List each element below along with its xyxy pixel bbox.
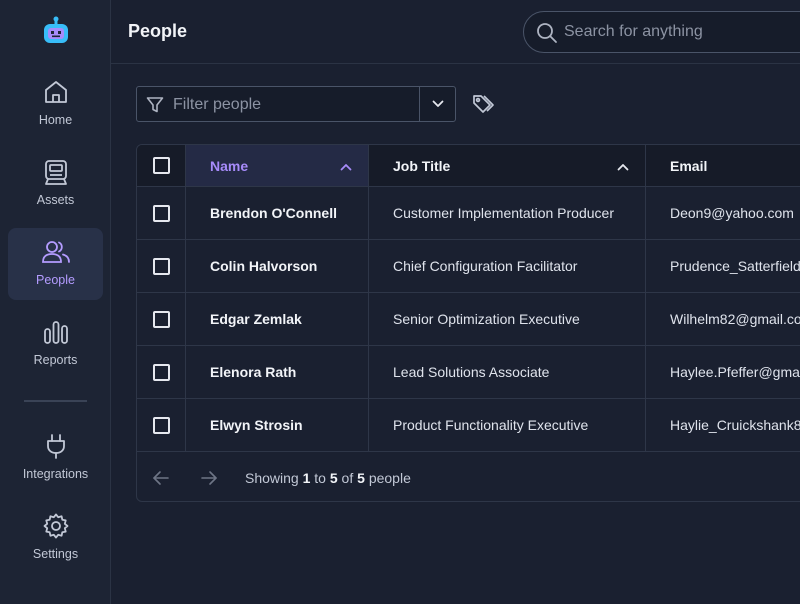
tags-icon: [472, 95, 496, 119]
row-checkbox[interactable]: [152, 363, 170, 381]
row-select-cell: [137, 240, 186, 292]
pagination-to-word: to: [314, 470, 326, 486]
global-search[interactable]: [523, 11, 800, 53]
email-cell: Haylie_Cruickshank8(: [670, 417, 800, 433]
filter-icon: [146, 96, 164, 119]
chevron-down-icon: [432, 95, 444, 113]
users-icon: [41, 237, 71, 267]
name-cell: Brendon O'Connell: [186, 187, 369, 239]
sort-ascending-icon[interactable]: [340, 158, 352, 174]
pagination-of-word: of: [341, 470, 354, 486]
bar-chart-icon: [41, 317, 71, 347]
sort-ascending-icon[interactable]: [617, 158, 629, 174]
row-select-cell: [137, 187, 186, 239]
row-checkbox[interactable]: [152, 204, 170, 222]
filter-input[interactable]: [173, 95, 413, 115]
pagination-total: 5: [357, 470, 365, 486]
email-cell: Deon9@yahoo.com: [670, 205, 794, 221]
row-checkbox[interactable]: [152, 257, 170, 275]
sidebar-item-settings[interactable]: Settings: [8, 502, 103, 574]
sidebar-item-label: Assets: [36, 193, 75, 207]
sidebar-item-label: Home: [38, 113, 73, 127]
sidebar-item-label: Settings: [32, 547, 79, 561]
email-cell: Wilhelm82@gmail.co: [670, 311, 800, 327]
gear-icon: [41, 511, 71, 541]
email-cell: Prudence_Satterfield2: [670, 258, 800, 274]
monitor-icon: [41, 157, 71, 187]
robot-logo-icon[interactable]: [43, 16, 69, 44]
name-cell: Elwyn Strosin: [186, 399, 369, 451]
row-select-cell: [137, 346, 186, 398]
sidebar-item-label: Integrations: [22, 467, 89, 481]
arrow-right-icon: [201, 471, 217, 485]
row-select-cell: [137, 399, 186, 451]
sidebar-item-people[interactable]: People: [8, 228, 103, 300]
sidebar: Home Assets People Reports Integrations …: [0, 0, 111, 604]
column-header-job-title[interactable]: Job Title: [369, 145, 646, 186]
table-row[interactable]: Colin Halvorson Chief Configuration Faci…: [137, 240, 800, 293]
pagination-summary: Showing 1 to 5 of 5 people: [245, 470, 411, 486]
search-input[interactable]: [564, 21, 794, 43]
name-cell: Elenora Rath: [186, 346, 369, 398]
page-title: People: [128, 21, 188, 41]
job-title-cell: Lead Solutions Associate: [369, 346, 646, 398]
sidebar-item-label: Reports: [33, 353, 78, 367]
row-checkbox[interactable]: [152, 310, 170, 328]
sidebar-divider: [24, 400, 87, 402]
table-row[interactable]: Elenora Rath Lead Solutions Associate Ha…: [137, 346, 800, 399]
pagination-suffix: people: [368, 470, 411, 486]
column-label: Job Title: [393, 157, 451, 174]
job-title-cell: Senior Optimization Executive: [369, 293, 646, 345]
filter-dropdown-button[interactable]: [419, 87, 455, 121]
next-page-button[interactable]: [200, 469, 218, 487]
pagination-prefix: Showing: [245, 470, 299, 486]
filter-people-field[interactable]: [136, 86, 456, 122]
sidebar-item-label: People: [36, 273, 75, 287]
top-header: People: [111, 0, 800, 64]
column-header-name[interactable]: Name: [186, 145, 369, 186]
previous-page-button[interactable]: [152, 469, 170, 487]
job-title-cell: Product Functionality Executive: [369, 399, 646, 451]
name-cell: Edgar Zemlak: [186, 293, 369, 345]
row-checkbox[interactable]: [152, 416, 170, 434]
plug-icon: [41, 431, 71, 461]
table-row[interactable]: Elwyn Strosin Product Functionality Exec…: [137, 399, 800, 452]
row-select-cell: [137, 293, 186, 345]
name-cell: Colin Halvorson: [186, 240, 369, 292]
arrow-left-icon: [153, 471, 169, 485]
table-header: Name Job Title Email: [137, 145, 800, 187]
column-label: Name: [210, 157, 249, 174]
search-icon: [536, 22, 558, 49]
header-select-cell: [137, 145, 186, 186]
table-row[interactable]: Edgar Zemlak Senior Optimization Executi…: [137, 293, 800, 346]
sidebar-item-home[interactable]: Home: [8, 68, 103, 140]
people-table: Name Job Title Email Brendon O'Connell C…: [136, 144, 800, 502]
select-all-checkbox[interactable]: [152, 157, 170, 174]
home-icon: [41, 77, 71, 107]
tags-button[interactable]: [472, 93, 496, 115]
job-title-cell: Customer Implementation Producer: [369, 187, 646, 239]
column-header-email[interactable]: Email: [646, 145, 800, 186]
pagination-to: 5: [329, 470, 338, 486]
table-row[interactable]: Brendon O'Connell Customer Implementatio…: [137, 187, 800, 240]
table-footer: Showing 1 to 5 of 5 people: [137, 453, 800, 501]
email-cell: Haylee.Pfeffer@gmai: [670, 364, 800, 380]
pagination-from: 1: [302, 470, 311, 486]
job-title-cell: Chief Configuration Facilitator: [369, 240, 646, 292]
column-label: Email: [670, 157, 708, 174]
sidebar-item-reports[interactable]: Reports: [8, 308, 103, 380]
sidebar-item-integrations[interactable]: Integrations: [8, 422, 103, 494]
sidebar-item-assets[interactable]: Assets: [8, 148, 103, 220]
